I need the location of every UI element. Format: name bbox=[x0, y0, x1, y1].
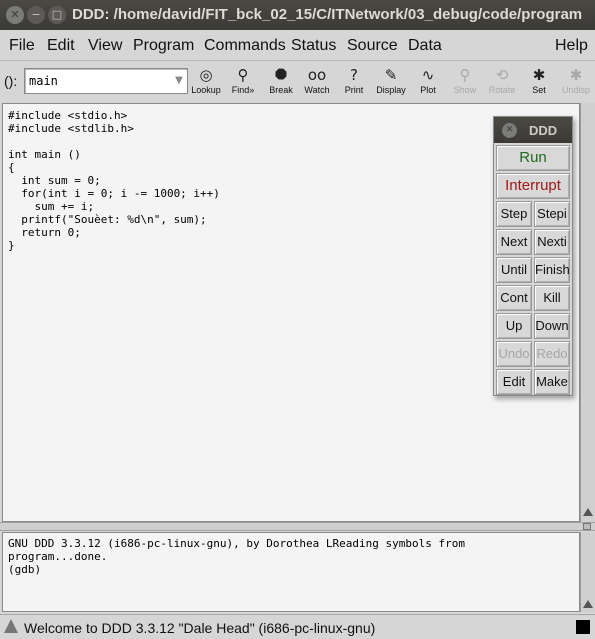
next-button[interactable]: Next bbox=[496, 229, 532, 255]
magnifier-icon: ⚲ bbox=[459, 66, 471, 84]
menu-program[interactable]: Program bbox=[133, 37, 194, 55]
command-tool-title: DDD bbox=[529, 123, 558, 138]
cont-button[interactable]: Cont bbox=[496, 285, 532, 311]
rotate-icon: ⟲ bbox=[495, 66, 509, 84]
stepi-button[interactable]: Stepi bbox=[534, 201, 570, 227]
console-line: (gdb) bbox=[8, 563, 48, 576]
interrupt-button[interactable]: Interrupt bbox=[496, 173, 570, 199]
up-button[interactable]: Up bbox=[496, 313, 532, 339]
title-bar[interactable]: ✕ − □ DDD: /home/david/FIT_bck_02_15/C/I… bbox=[0, 0, 595, 30]
source-line[interactable] bbox=[8, 135, 220, 148]
edit-button[interactable]: Edit bbox=[496, 369, 532, 395]
lookup-button[interactable]: ◎ Lookup bbox=[187, 65, 225, 97]
run-button[interactable]: Run bbox=[496, 145, 570, 171]
menu-edit[interactable]: Edit bbox=[47, 37, 75, 55]
menu-status[interactable]: Status bbox=[291, 37, 336, 55]
source-code[interactable]: #include <stdio.h> #include <stdlib.h> in… bbox=[8, 109, 220, 252]
menu-file[interactable]: File bbox=[9, 37, 35, 55]
down-button[interactable]: Down bbox=[534, 313, 570, 339]
redo-button[interactable]: Redo bbox=[534, 341, 570, 367]
question-icon: ? bbox=[350, 66, 358, 84]
busy-indicator bbox=[576, 620, 590, 634]
console-line: GNU DDD 3.3.12 (i686-pc-linux-gnu), by D… bbox=[8, 537, 465, 550]
source-line[interactable]: for(int i = 0; i -= 1000; i++) bbox=[8, 187, 220, 200]
step-button[interactable]: Step bbox=[496, 201, 532, 227]
break-button[interactable]: ⯃ Break bbox=[262, 65, 300, 97]
window-close-icon[interactable]: ✕ bbox=[6, 6, 24, 24]
console-scrollbar[interactable] bbox=[580, 532, 595, 612]
plot-button[interactable]: ∿ Plot bbox=[409, 65, 447, 97]
source-line[interactable]: return 0; bbox=[8, 226, 220, 239]
undisp-button[interactable]: ✱ Undisp bbox=[557, 65, 595, 97]
source-line[interactable]: { bbox=[8, 161, 220, 174]
display-button[interactable]: ✎ Display bbox=[372, 65, 410, 97]
window-maximize-icon[interactable]: □ bbox=[48, 6, 66, 24]
console-line: program...done. bbox=[8, 550, 108, 563]
source-scrollbar[interactable] bbox=[580, 103, 595, 522]
window-title: DDD: /home/david/FIT_bck_02_15/C/ITNetwo… bbox=[72, 6, 583, 23]
window-minimize-icon[interactable]: − bbox=[27, 6, 45, 24]
scroll-up-icon[interactable] bbox=[583, 600, 593, 608]
find-button[interactable]: ⚲ Find» bbox=[224, 65, 262, 97]
watch-button[interactable]: oo Watch bbox=[298, 65, 336, 97]
splitter-handle[interactable] bbox=[583, 523, 591, 530]
undisplay-icon: ✱ bbox=[569, 66, 583, 84]
rotate-button[interactable]: ⟲ Rotate bbox=[483, 65, 521, 97]
menu-bar: File Edit View Program Commands Status S… bbox=[0, 30, 595, 61]
menu-source[interactable]: Source bbox=[347, 37, 398, 55]
status-message: Welcome to DDD 3.3.12 "Dale Head" (i686-… bbox=[24, 620, 376, 636]
bug-icon: ✱ bbox=[532, 66, 546, 84]
lookup-icon: ◎ bbox=[199, 66, 213, 84]
command-tool: ✕ DDD Run Interrupt Step Stepi Next Nexti Un… bbox=[493, 116, 573, 396]
chevron-down-icon[interactable]: ▼ bbox=[172, 70, 186, 92]
source-line[interactable]: printf("Souèet: %d\n", sum); bbox=[8, 213, 220, 226]
set-button[interactable]: ✱ Set bbox=[520, 65, 558, 97]
print-button[interactable]: ? Print bbox=[335, 65, 373, 97]
menu-view[interactable]: View bbox=[88, 37, 122, 55]
glasses-icon: oo bbox=[307, 66, 327, 84]
close-icon[interactable]: ✕ bbox=[502, 123, 517, 138]
source-line[interactable]: int sum = 0; bbox=[8, 174, 220, 187]
undo-button[interactable]: Undo bbox=[496, 341, 532, 367]
scroll-up-icon[interactable] bbox=[583, 508, 593, 516]
kill-button[interactable]: Kill bbox=[534, 285, 570, 311]
argument-label: (): bbox=[4, 73, 18, 89]
stop-sign-icon: ⯃ bbox=[274, 66, 287, 84]
menu-data[interactable]: Data bbox=[408, 37, 442, 55]
source-line[interactable]: sum += i; bbox=[8, 200, 220, 213]
menu-help[interactable]: Help bbox=[555, 37, 588, 55]
gdb-console[interactable]: GNU DDD 3.3.12 (i686-pc-linux-gnu), by D… bbox=[2, 532, 580, 612]
tool-bar: (): main ▼ ◎ Lookup ⚲ Find» ⯃ Break oo W… bbox=[0, 62, 595, 100]
status-toggle-icon[interactable] bbox=[4, 619, 18, 633]
console-output[interactable]: GNU DDD 3.3.12 (i686-pc-linux-gnu), by D… bbox=[8, 537, 465, 576]
status-bar: Welcome to DDD 3.3.12 "Dale Head" (i686-… bbox=[0, 614, 595, 639]
source-line[interactable]: } bbox=[8, 239, 220, 252]
command-tool-title-bar[interactable]: ✕ DDD bbox=[494, 117, 572, 143]
make-button[interactable]: Make bbox=[534, 369, 570, 395]
argument-input[interactable]: main ▼ bbox=[24, 68, 188, 94]
source-line[interactable]: int main () bbox=[8, 148, 220, 161]
display-icon: ✎ bbox=[384, 66, 398, 84]
show-button[interactable]: ⚲ Show bbox=[446, 65, 484, 97]
source-line[interactable]: #include <stdlib.h> bbox=[8, 122, 220, 135]
pane-splitter[interactable] bbox=[0, 522, 595, 531]
nexti-button[interactable]: Nexti bbox=[534, 229, 570, 255]
until-button[interactable]: Until bbox=[496, 257, 532, 283]
finish-button[interactable]: Finish bbox=[534, 257, 570, 283]
find-icon: ⚲ bbox=[237, 66, 249, 84]
argument-value[interactable]: main bbox=[29, 74, 58, 88]
plot-icon: ∿ bbox=[421, 66, 435, 84]
source-line[interactable]: #include <stdio.h> bbox=[8, 109, 220, 122]
menu-commands[interactable]: Commands bbox=[204, 37, 286, 55]
